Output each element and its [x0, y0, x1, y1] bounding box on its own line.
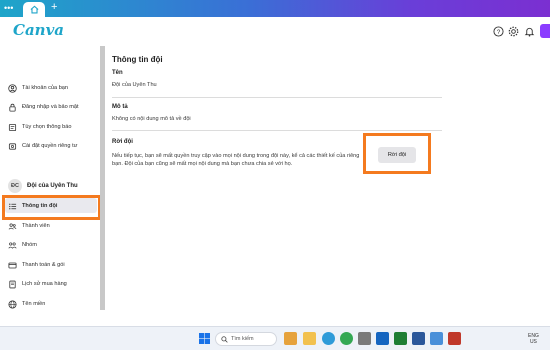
sidebar-item-label: Thành viên: [22, 223, 50, 229]
new-tab-button[interactable]: +: [51, 1, 57, 13]
app-icon[interactable]: [358, 332, 371, 345]
page-title: Thông tin đội: [112, 55, 163, 64]
home-icon: [30, 5, 38, 14]
highlight-box-team-info: [2, 195, 101, 220]
groups-icon: [8, 241, 17, 250]
billing-icon: [8, 261, 17, 270]
browser-menu-dots[interactable]: •••: [4, 3, 13, 13]
divider: [112, 97, 442, 98]
canva-logo[interactable]: Canva: [13, 21, 64, 39]
sidebar-item-security[interactable]: Đăng nhập và bảo mật: [8, 100, 96, 114]
account-icon: [8, 83, 17, 93]
notification-icon: [8, 123, 17, 132]
folder-icon[interactable]: [303, 332, 316, 345]
help-icon[interactable]: ?: [492, 25, 504, 37]
outlook-icon[interactable]: [376, 332, 389, 345]
word-icon[interactable]: [412, 332, 425, 345]
leave-team-label: Rời đội: [112, 139, 133, 145]
members-icon: [8, 222, 17, 231]
gear-icon[interactable]: [507, 25, 519, 37]
language-indicator[interactable]: ENG US: [528, 333, 539, 345]
team-name: Đội của Uyên Thu: [27, 183, 78, 189]
sidebar-item-members[interactable]: Thành viên: [8, 219, 96, 233]
sidebar-item-label: Cài đặt quyền riêng tư: [22, 143, 78, 149]
excel-icon[interactable]: [394, 332, 407, 345]
lock-icon: [8, 103, 17, 112]
history-icon: [8, 280, 17, 289]
settings-sidebar: Tài khoản của bạn Đăng nhập và bảo mật T…: [0, 46, 100, 326]
sidebar-item-label: Thanh toán & gói: [22, 262, 65, 268]
sidebar-item-label: Tài khoản của bạn: [22, 85, 69, 91]
svg-text:?: ?: [496, 28, 500, 35]
team-header: ĐC Đội của Uyên Thu: [8, 179, 78, 193]
sidebar-item-account[interactable]: Tài khoản của bạn: [8, 81, 96, 95]
globe-icon: [8, 299, 17, 309]
home-tab[interactable]: [23, 2, 45, 17]
create-design-button[interactable]: [540, 24, 550, 38]
sidebar-item-purchase-history[interactable]: Lịch sử mua hàng: [8, 277, 96, 291]
team-name-label: Tên: [112, 70, 123, 76]
taskbar-search[interactable]: Tìm kiếm: [215, 332, 277, 346]
highlight-box-leave-button: [363, 133, 431, 174]
privacy-icon: [8, 142, 17, 151]
sidebar-item-privacy[interactable]: Cài đặt quyền riêng tư: [8, 139, 96, 153]
description-value[interactable]: Không có nội dung mô tả về đội: [112, 116, 191, 122]
bell-icon[interactable]: [523, 25, 535, 37]
sidebar-item-label: Nhóm: [22, 242, 37, 248]
sidebar-item-label: Lịch sử mua hàng: [22, 281, 67, 287]
windows-start-icon[interactable]: [198, 332, 211, 345]
search-icon: [221, 335, 228, 343]
sidebar-item-notifications[interactable]: Tùy chọn thông báo: [8, 120, 96, 134]
sidebar-item-label: Tên miền: [22, 301, 46, 307]
app-icon[interactable]: [430, 332, 443, 345]
sidebar-item-label: Đăng nhập và bảo mật: [22, 104, 79, 110]
sidebar-item-label: Tùy chọn thông báo: [22, 124, 72, 130]
sidebar-item-groups[interactable]: Nhóm: [8, 238, 96, 252]
windows-taskbar: Tìm kiếm ENG US: [0, 326, 550, 350]
sidebar-item-billing[interactable]: Thanh toán & gói: [8, 258, 96, 272]
app-icon[interactable]: [448, 332, 461, 345]
team-avatar: ĐC: [8, 179, 22, 193]
leave-team-description: Nếu tiếp tục, bạn sẽ mất quyền truy cập …: [112, 153, 360, 167]
main-content: Thông tin đội Tên Đội của Uyên Thu Mô tả…: [105, 46, 550, 326]
description-label: Mô tả: [112, 104, 128, 110]
search-placeholder: Tìm kiếm: [231, 336, 254, 342]
chrome-icon[interactable]: [340, 332, 353, 345]
divider: [112, 130, 442, 131]
lang-bottom: US: [529, 339, 537, 345]
sidebar-item-domain[interactable]: Tên miền: [8, 297, 96, 311]
edge-icon[interactable]: [322, 332, 335, 345]
app-header: Canva ?: [0, 17, 550, 46]
browser-tab-bar: ••• +: [0, 0, 550, 17]
team-name-value[interactable]: Đội của Uyên Thu: [112, 82, 157, 88]
file-explorer-icon[interactable]: [284, 332, 297, 345]
